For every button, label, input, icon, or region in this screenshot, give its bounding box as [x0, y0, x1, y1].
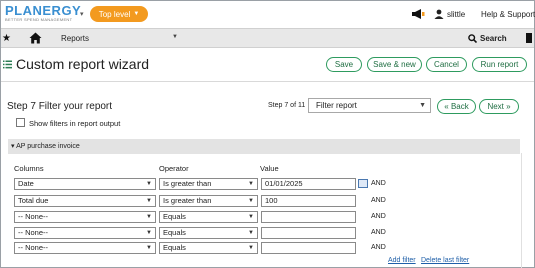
caret-down-icon: ▼	[146, 181, 152, 187]
caret-down-icon: ▼	[146, 214, 152, 220]
value-input[interactable]: 100	[261, 195, 356, 207]
step-indicator: Step 7 of 11	[268, 102, 306, 109]
back-button[interactable]: « Back	[437, 99, 476, 114]
and-label: AND	[371, 229, 386, 236]
megaphone-icon[interactable]	[411, 8, 425, 20]
nav-search[interactable]: Search	[480, 34, 507, 43]
brand-name: PLANERGY	[5, 3, 82, 18]
caret-down-icon: ▼	[146, 245, 152, 251]
and-label: AND	[371, 244, 386, 251]
step-select[interactable]: Filter report ▼	[308, 98, 431, 113]
nav-bar: ★ Reports ▼ Search	[1, 28, 534, 48]
username-link[interactable]: slittle	[447, 10, 465, 19]
caret-down-icon[interactable]: ▾	[80, 10, 84, 18]
add-filter-link[interactable]: Add filter	[388, 257, 416, 264]
column-select[interactable]: -- None-- ▼	[14, 227, 156, 239]
value-input[interactable]	[261, 227, 356, 239]
column-select[interactable]: -- None-- ▼	[14, 242, 156, 254]
top-bar: PLANERGY BETTER SPEND MANAGEMENT ▾ Top l…	[1, 1, 535, 28]
cancel-button[interactable]: Cancel	[426, 57, 467, 72]
next-button[interactable]: Next »	[479, 99, 519, 114]
operator-select-value: Equals	[163, 228, 186, 237]
operator-select-value: Equals	[163, 212, 186, 221]
caret-down-icon: ▼	[248, 198, 254, 204]
operator-header: Operator	[159, 164, 189, 173]
top-level-label: Top level	[98, 9, 131, 19]
show-filters-checkbox[interactable]	[16, 118, 25, 127]
caret-down-icon: ▼	[146, 230, 152, 236]
column-select-value: -- None--	[18, 228, 49, 237]
run-report-button[interactable]: Run report	[472, 57, 527, 72]
and-label: AND	[371, 213, 386, 220]
column-select-value: -- None--	[18, 243, 49, 252]
operator-select[interactable]: Equals ▼	[159, 227, 258, 239]
show-filters-label: Show filters in report output	[29, 119, 121, 128]
caret-down-icon: ▼	[248, 214, 254, 220]
chevron-down-icon[interactable]: ▼	[172, 34, 178, 40]
value-input[interactable]: 01/01/2025	[261, 178, 356, 190]
top-level-button[interactable]: Top level ▼	[90, 6, 148, 22]
delete-last-filter-link[interactable]: Delete last filter	[421, 257, 469, 264]
help-support-link[interactable]: Help & Support	[481, 10, 535, 19]
step-title: Step 7 Filter your report	[7, 101, 113, 112]
operator-select[interactable]: Is greater than ▼	[159, 178, 258, 190]
caret-down-icon: ▼	[248, 230, 254, 236]
value-header: Value	[260, 164, 279, 173]
calendar-icon[interactable]	[358, 179, 368, 188]
value-input[interactable]	[261, 211, 356, 223]
and-label: AND	[371, 197, 386, 204]
title-bar: Custom report wizard Save Save & new Can…	[1, 49, 534, 82]
operator-select[interactable]: Is greater than ▼	[159, 195, 258, 207]
save-new-button[interactable]: Save & new	[367, 57, 422, 72]
search-icon[interactable]	[468, 34, 477, 43]
column-select[interactable]: Total due ▼	[14, 195, 156, 207]
section-title: AP purchase invoice	[16, 143, 80, 150]
star-icon[interactable]: ★	[2, 33, 11, 44]
column-select-value: -- None--	[18, 212, 49, 221]
user-icon[interactable]	[434, 9, 444, 19]
caret-down-icon: ▼	[146, 198, 152, 204]
bookmark-icon[interactable]	[526, 33, 532, 43]
home-icon[interactable]	[29, 32, 42, 44]
section-divider	[521, 153, 522, 268]
operator-select[interactable]: Equals ▼	[159, 242, 258, 254]
brand-logo[interactable]: PLANERGY BETTER SPEND MANAGEMENT	[5, 4, 85, 24]
and-label: AND	[371, 180, 386, 187]
page-title: Custom report wizard	[16, 56, 150, 72]
caret-down-icon: ▼	[248, 181, 254, 187]
operator-select[interactable]: Equals ▼	[159, 211, 258, 223]
column-select[interactable]: -- None-- ▼	[14, 211, 156, 223]
nav-reports[interactable]: Reports	[61, 34, 89, 43]
caret-down-icon: ▼	[248, 245, 254, 251]
save-button[interactable]: Save	[326, 57, 362, 72]
step-select-value: Filter report	[316, 101, 357, 110]
chevron-down-icon: ▼	[133, 11, 140, 17]
value-input[interactable]	[261, 242, 356, 254]
operator-select-value: Is greater than	[163, 196, 212, 205]
list-icon[interactable]	[3, 60, 12, 69]
column-select-value: Total due	[18, 196, 49, 205]
column-select[interactable]: Date ▼	[14, 178, 156, 190]
columns-header: Columns	[14, 164, 44, 173]
operator-select-value: Is greater than	[163, 179, 212, 188]
caret-down-icon: ▼	[419, 102, 426, 109]
operator-select-value: Equals	[163, 243, 186, 252]
section-header[interactable]: ▾ AP purchase invoice	[8, 139, 520, 154]
column-select-value: Date	[18, 179, 34, 188]
